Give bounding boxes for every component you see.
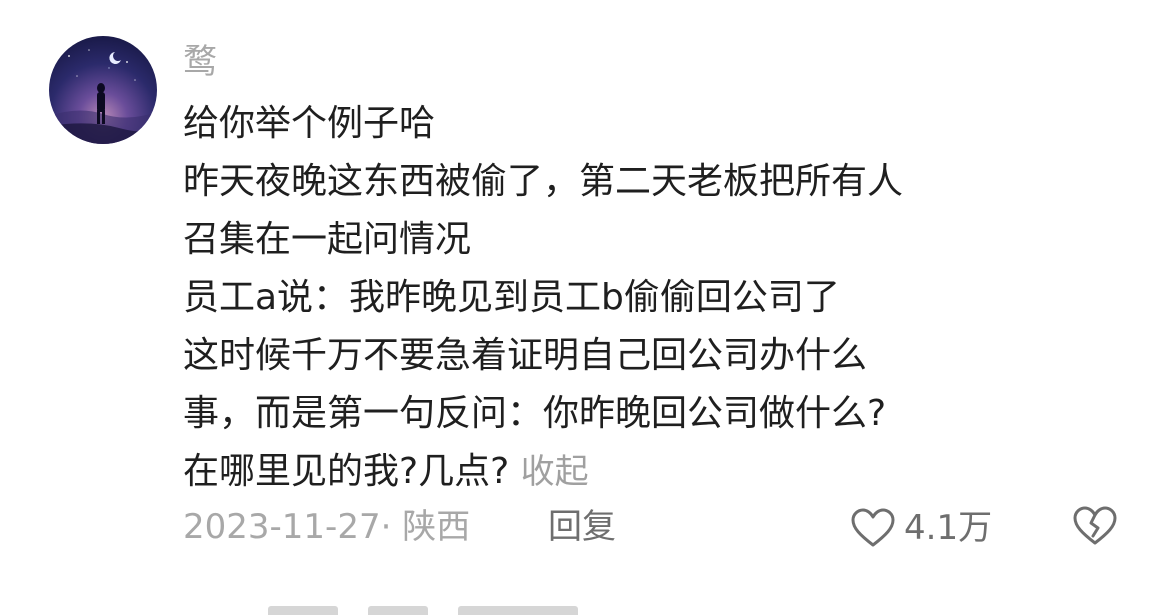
comment-line: 事，而是第一句反问：你昨晚回公司做什么? (183, 393, 887, 434)
username[interactable]: 鹜 (183, 40, 217, 84)
comment-line-last: 在哪里见的我?几点? 收起 (183, 443, 1123, 501)
comment-line: 这时候千万不要急着证明自己回公司办什么 (183, 335, 868, 376)
like-count: 4.1万 (904, 508, 993, 548)
avatar-image (49, 49, 157, 144)
comment-meta: 2023-11-27· 陕西 (183, 505, 470, 549)
like-button[interactable]: 4.1万 (850, 505, 992, 551)
comment-card: 鹜 给你举个例子哈 昨天夜晚这东西被偷了，第二天老板把所有人 召集在一起问情况 … (0, 0, 1170, 615)
comment-date: 2023-11-27 (183, 507, 381, 547)
dislike-button[interactable] (1072, 505, 1118, 551)
comment-line: 给你举个例子哈 (183, 103, 436, 144)
comment-location: 陕西 (402, 507, 471, 547)
comment-line: 昨天夜晚这东西被偷了，第二天老板把所有人 (183, 161, 904, 202)
comment-line: 召集在一起问情况 (183, 219, 472, 260)
collapse-button[interactable]: 收起 (521, 452, 589, 492)
avatar[interactable] (49, 36, 157, 144)
comment-line: 员工a说：我昨晚见到员工b偷偷回公司了 (183, 277, 840, 318)
comment-body: 给你举个例子哈 昨天夜晚这东西被偷了，第二天老板把所有人 召集在一起问情况 员工… (183, 95, 1123, 501)
meta-separator: · (380, 507, 392, 547)
next-comment-preview (268, 602, 598, 615)
reply-button[interactable]: 回复 (548, 505, 616, 549)
broken-heart-icon (1073, 506, 1117, 545)
heart-outline-icon (851, 508, 895, 547)
comment-line-text: 在哪里见的我?几点? (183, 451, 510, 492)
